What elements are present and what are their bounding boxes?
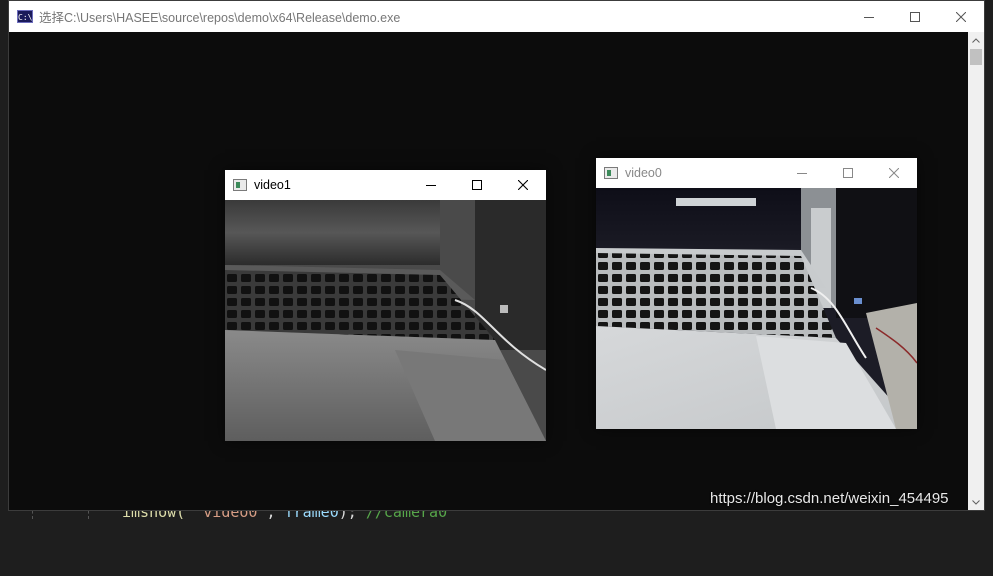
video0-frame [596, 188, 917, 429]
close-button[interactable] [871, 158, 917, 188]
chevron-up-icon [972, 37, 980, 43]
close-button[interactable] [938, 1, 984, 32]
camera-image [596, 188, 917, 429]
minimize-icon [864, 16, 874, 18]
minimize-button[interactable] [408, 170, 454, 200]
video0-caption-buttons [779, 158, 917, 188]
close-icon [889, 168, 899, 178]
maximize-icon [843, 168, 853, 178]
video0-title: video0 [625, 166, 662, 180]
window-icon [233, 179, 247, 191]
video1-frame [225, 200, 546, 441]
video1-title: video1 [254, 178, 291, 192]
cmd-icon: C:\ [17, 10, 33, 23]
console-scrollbar[interactable] [968, 32, 984, 510]
minimize-icon [797, 173, 807, 174]
close-icon [518, 180, 528, 190]
maximize-icon [910, 11, 920, 22]
scroll-down-button[interactable] [968, 494, 984, 510]
console-title: 选择C:\Users\HASEE\source\repos\demo\x64\R… [39, 11, 401, 25]
console-titlebar[interactable]: C:\ 选择C:\Users\HASEE\source\repos\demo\x… [9, 1, 984, 32]
close-button[interactable] [500, 170, 546, 200]
scroll-up-button[interactable] [968, 32, 984, 48]
video1-titlebar[interactable]: video1 [225, 170, 546, 200]
chevron-down-icon [972, 499, 980, 505]
video0-titlebar[interactable]: video0 [596, 158, 917, 188]
camera-image [225, 200, 546, 441]
maximize-button[interactable] [454, 170, 500, 200]
maximize-icon [472, 180, 482, 190]
console-caption-buttons [846, 1, 984, 32]
video1-caption-buttons [408, 170, 546, 200]
minimize-icon [426, 185, 436, 186]
watermark: https://blog.csdn.net/weixin_454495 [710, 490, 949, 507]
video0-window[interactable]: video0 [596, 158, 917, 429]
maximize-button[interactable] [892, 1, 938, 32]
window-icon [604, 167, 618, 179]
close-icon [956, 11, 966, 22]
maximize-button[interactable] [825, 158, 871, 188]
scroll-thumb[interactable] [970, 49, 982, 65]
video1-window[interactable]: video1 [225, 170, 546, 441]
minimize-button[interactable] [846, 1, 892, 32]
minimize-button[interactable] [779, 158, 825, 188]
